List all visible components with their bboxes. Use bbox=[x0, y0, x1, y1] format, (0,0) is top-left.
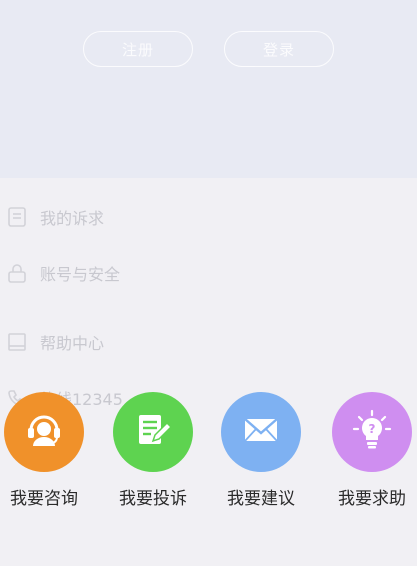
svg-text:?: ? bbox=[369, 422, 376, 436]
help-request-icon-circle: ? bbox=[332, 392, 412, 472]
menu-item-label: 我的诉求 bbox=[40, 209, 105, 228]
help-request-button[interactable]: ? 我要求助 bbox=[327, 392, 417, 509]
complaint-icon-circle bbox=[113, 392, 193, 472]
envelope-icon bbox=[239, 408, 283, 456]
menu-item-label: 帮助中心 bbox=[40, 334, 105, 353]
action-label: 我要投诉 bbox=[119, 489, 187, 509]
action-label: 我要求助 bbox=[338, 489, 406, 509]
suggestion-icon-circle bbox=[221, 392, 301, 472]
lightbulb-icon: ? bbox=[350, 408, 394, 456]
document-icon bbox=[6, 206, 28, 228]
consult-icon-circle bbox=[4, 392, 84, 472]
customer-service-icon bbox=[22, 408, 66, 456]
action-label: 我要咨询 bbox=[10, 489, 78, 509]
consult-button[interactable]: 我要咨询 bbox=[0, 392, 89, 509]
action-label: 我要建议 bbox=[227, 489, 295, 509]
menu-item-account-security[interactable]: 账号与安全 bbox=[0, 253, 417, 293]
suggestion-button[interactable]: 我要建议 bbox=[216, 392, 306, 509]
profile-header: 注册 登录 bbox=[0, 0, 417, 178]
lock-icon bbox=[6, 262, 28, 284]
menu-item-label: 账号与安全 bbox=[40, 265, 121, 284]
complaint-button[interactable]: 我要投诉 bbox=[108, 392, 198, 509]
edit-document-icon bbox=[131, 408, 175, 456]
menu-item-help-center[interactable]: 帮助中心 bbox=[0, 322, 417, 362]
menu-item-my-requests[interactable]: 我的诉求 bbox=[0, 197, 417, 237]
book-icon bbox=[6, 331, 28, 353]
register-button[interactable]: 注册 bbox=[83, 31, 193, 67]
login-button[interactable]: 登录 bbox=[224, 31, 334, 67]
action-sheet: 我要咨询 我要投诉 我要建议 ? 我要求助 bbox=[0, 392, 417, 522]
